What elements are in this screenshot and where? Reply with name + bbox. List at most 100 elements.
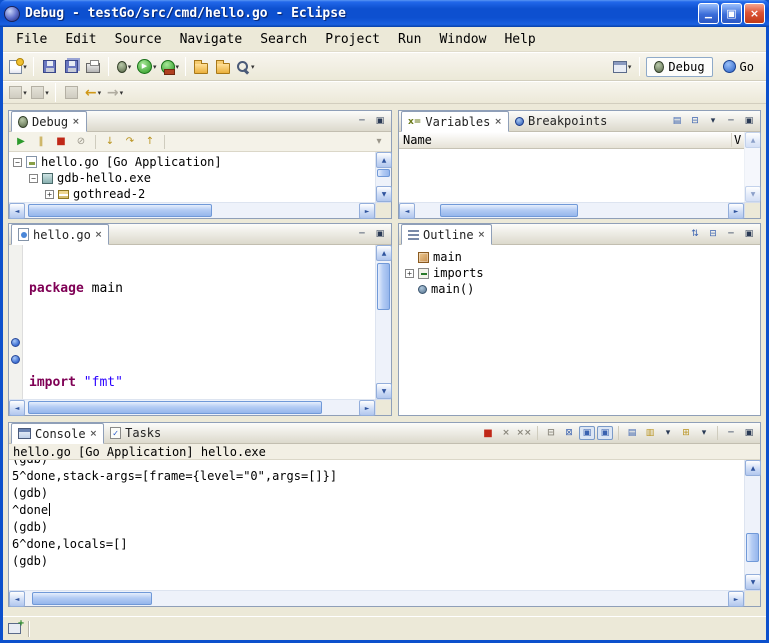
scrollbar-thumb[interactable] bbox=[746, 533, 759, 562]
close-icon[interactable]: × bbox=[478, 230, 486, 240]
scroll-right-icon[interactable]: ► bbox=[359, 400, 375, 416]
scrollbar-track[interactable] bbox=[25, 591, 728, 606]
tab-hello-go[interactable]: hello.go × bbox=[11, 224, 109, 245]
vertical-scrollbar[interactable]: ▲ ▼ bbox=[744, 460, 760, 590]
maximize-view-button[interactable]: ▣ bbox=[372, 114, 388, 128]
open-console-button[interactable]: ⊞ bbox=[678, 426, 694, 440]
scroll-right-icon[interactable]: ► bbox=[359, 203, 375, 219]
debug-launch-button[interactable]: ▾ bbox=[113, 56, 135, 78]
tab-breakpoints[interactable]: Breakpoints bbox=[509, 111, 613, 131]
next-annotation-button[interactable]: ▾ bbox=[7, 82, 29, 104]
menu-file[interactable]: File bbox=[7, 29, 56, 50]
window-maximize-button[interactable]: ▣ bbox=[721, 3, 742, 24]
scrollbar-track[interactable] bbox=[745, 148, 760, 186]
terminate-console-button[interactable]: ■ bbox=[480, 426, 496, 440]
dropdown-icon[interactable]: ▾ bbox=[660, 426, 676, 440]
scrollbar-track[interactable] bbox=[25, 400, 359, 415]
scroll-up-icon[interactable]: ▲ bbox=[376, 245, 392, 261]
scroll-right-icon[interactable]: ► bbox=[728, 203, 744, 219]
maximize-view-button[interactable]: ▣ bbox=[741, 114, 757, 128]
menu-run[interactable]: Run bbox=[389, 29, 430, 50]
variables-column-header[interactable]: Name V bbox=[399, 132, 744, 149]
outline-item-main-func[interactable]: main() bbox=[399, 281, 760, 297]
menu-edit[interactable]: Edit bbox=[56, 29, 105, 50]
close-icon[interactable]: × bbox=[72, 117, 80, 127]
scrollbar-thumb[interactable] bbox=[28, 204, 212, 217]
scroll-down-icon[interactable]: ▼ bbox=[745, 574, 761, 590]
scrollbar-thumb[interactable] bbox=[377, 263, 390, 309]
expand-icon[interactable]: + bbox=[405, 269, 414, 278]
tab-variables[interactable]: x= Variables × bbox=[401, 111, 509, 132]
new-wizard-button[interactable]: ▾ bbox=[7, 56, 29, 78]
suspend-button[interactable]: ‖ bbox=[32, 134, 50, 150]
menu-navigate[interactable]: Navigate bbox=[171, 29, 252, 50]
scroll-lock-button[interactable]: ⊟ bbox=[543, 426, 559, 440]
menu-window[interactable]: Window bbox=[430, 29, 495, 50]
minimize-view-button[interactable]: ─ bbox=[354, 114, 370, 128]
vertical-scrollbar[interactable]: ▲ ▼ bbox=[375, 152, 391, 202]
resume-button[interactable]: ▶ bbox=[12, 134, 30, 150]
menu-source[interactable]: Source bbox=[106, 29, 171, 50]
minimize-view-button[interactable]: ─ bbox=[723, 227, 739, 241]
disconnect-button[interactable]: ⊘ bbox=[72, 134, 90, 150]
display-console-button[interactable]: ▥ bbox=[642, 426, 658, 440]
open-perspective-button[interactable]: ▾ bbox=[611, 56, 634, 78]
scroll-left-icon[interactable]: ◄ bbox=[9, 400, 25, 416]
view-menu-button[interactable]: ▾ bbox=[370, 134, 388, 150]
outline-item-imports[interactable]: + imports bbox=[399, 265, 760, 281]
scrollbar-track[interactable] bbox=[25, 203, 359, 218]
scroll-down-icon[interactable]: ▼ bbox=[376, 383, 392, 399]
editor-gutter[interactable] bbox=[9, 245, 23, 399]
maximize-view-button[interactable]: ▣ bbox=[372, 227, 388, 241]
menu-search[interactable]: Search bbox=[251, 29, 316, 50]
forward-button[interactable]: → ▾ bbox=[104, 82, 126, 104]
go-perspective-button[interactable]: Go bbox=[715, 57, 762, 77]
layout-button[interactable]: ▤ bbox=[669, 114, 685, 128]
show-on-stdout-button[interactable]: ▣ bbox=[579, 426, 595, 440]
maximize-view-button[interactable]: ▣ bbox=[741, 426, 757, 440]
column-value[interactable]: V bbox=[732, 133, 744, 147]
horizontal-scrollbar[interactable]: ◄ ► bbox=[9, 399, 375, 415]
remove-all-launches-button[interactable]: ×× bbox=[516, 426, 532, 440]
scrollbar-thumb[interactable] bbox=[377, 169, 390, 177]
scroll-up-icon[interactable]: ▲ bbox=[745, 132, 761, 148]
debug-tree-item-process[interactable]: − gdb-hello.exe bbox=[9, 170, 375, 186]
clear-console-button[interactable]: ▤ bbox=[624, 426, 640, 440]
close-icon[interactable]: × bbox=[95, 230, 103, 240]
window-minimize-button[interactable]: ▁ bbox=[698, 3, 719, 24]
tab-debug[interactable]: Debug × bbox=[11, 111, 87, 132]
title-bar[interactable]: Debug - testGo/src/cmd/hello.go - Eclips… bbox=[0, 0, 769, 27]
scroll-left-icon[interactable]: ◄ bbox=[399, 203, 415, 219]
scrollbar-track[interactable] bbox=[745, 476, 760, 574]
terminate-button[interactable]: ■ bbox=[52, 134, 70, 150]
code-area[interactable]: package main import "fmt" func main() { … bbox=[23, 245, 375, 399]
open-resource-button[interactable] bbox=[212, 56, 234, 78]
scrollbar-track[interactable] bbox=[415, 203, 728, 218]
step-into-button[interactable]: ↓ bbox=[101, 134, 119, 150]
new-folder-button[interactable] bbox=[190, 56, 212, 78]
menu-help[interactable]: Help bbox=[495, 29, 544, 50]
outline-item-package[interactable]: main bbox=[399, 249, 760, 265]
maximize-view-button[interactable]: ▣ bbox=[741, 227, 757, 241]
tab-console[interactable]: Console × bbox=[11, 423, 104, 444]
view-menu-button[interactable]: ▾ bbox=[705, 114, 721, 128]
close-icon[interactable]: × bbox=[494, 117, 502, 127]
console-output[interactable]: (gdb) 5^done,stack-args=[frame={level="0… bbox=[9, 460, 744, 590]
print-button[interactable] bbox=[82, 56, 104, 78]
scroll-up-icon[interactable]: ▲ bbox=[376, 152, 392, 168]
back-button[interactable]: ← ▾ bbox=[82, 82, 104, 104]
minimize-view-button[interactable]: ─ bbox=[723, 114, 739, 128]
run-launch-button[interactable]: ▶ ▾ bbox=[135, 56, 159, 78]
step-over-button[interactable]: ↷ bbox=[121, 134, 139, 150]
search-button[interactable]: ▾ bbox=[234, 56, 257, 78]
expand-icon[interactable]: + bbox=[45, 190, 54, 199]
vertical-scrollbar[interactable]: ▲ ▼ bbox=[375, 245, 391, 399]
step-return-button[interactable]: ↑ bbox=[141, 134, 159, 150]
collapse-icon[interactable]: − bbox=[29, 174, 38, 183]
scroll-left-icon[interactable]: ◄ bbox=[9, 591, 25, 607]
debug-tree-item-thread[interactable]: + gothread-2 bbox=[9, 186, 375, 202]
tab-tasks[interactable]: ✓ Tasks bbox=[104, 423, 167, 443]
column-name[interactable]: Name bbox=[399, 133, 732, 147]
remove-launch-button[interactable]: × bbox=[498, 426, 514, 440]
save-button[interactable] bbox=[38, 56, 60, 78]
